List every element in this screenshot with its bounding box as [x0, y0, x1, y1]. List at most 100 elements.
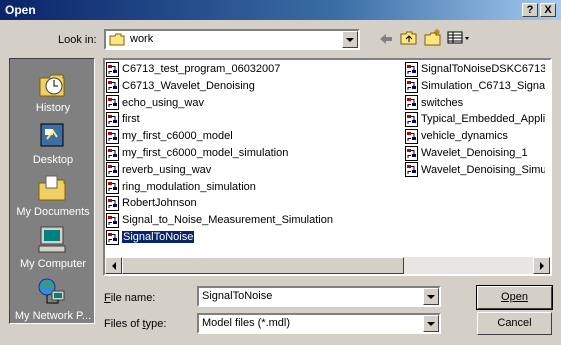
place-label: Desktop [32, 154, 74, 166]
arrow-right-icon [539, 261, 544, 270]
simulink-model-icon [106, 111, 119, 127]
look-in-combo[interactable]: work [104, 29, 360, 50]
place-label: History [35, 102, 71, 114]
simulink-model-icon [106, 195, 119, 211]
file-item-label: SignalToNoise [120, 230, 195, 245]
my-network-icon [38, 278, 65, 304]
place-history[interactable]: History [10, 65, 96, 117]
look-in-value: work [130, 33, 154, 45]
simulink-model-icon [405, 162, 418, 178]
file-list[interactable]: C6713_test_program_06032007 C6713_Wavelet… [103, 58, 552, 276]
file-item-label: Wavelet_Denoising_Simula [421, 163, 545, 176]
file-item[interactable]: first [106, 111, 140, 127]
arrow-left-icon [111, 261, 116, 270]
horizontal-scrollbar[interactable] [105, 257, 550, 274]
file-item[interactable]: ring_modulation_simulation [106, 179, 256, 195]
place-desktop[interactable]: Desktop [10, 117, 96, 169]
file-item[interactable]: SignalToNoiseDSKC6713 [405, 61, 545, 77]
file-item-label: vehicle_dynamics [421, 130, 508, 143]
file-item[interactable]: RobertJohnson [106, 195, 197, 211]
simulink-model-icon [405, 95, 418, 111]
desktop-icon [40, 123, 64, 147]
simulink-model-icon [405, 61, 418, 77]
back-icon[interactable] [378, 32, 394, 46]
file-item-label: Typical_Embedded_Applica [421, 113, 545, 126]
new-folder-icon[interactable] [424, 29, 442, 46]
file-item[interactable]: Signal_to_Noise_Measurement_Simulation [106, 212, 333, 228]
simulink-model-icon [405, 111, 418, 127]
file-item-label: C6713_test_program_06032007 [122, 63, 281, 76]
file-item-label: ring_modulation_simulation [122, 180, 256, 193]
scroll-right-button[interactable] [533, 257, 550, 274]
file-name-label: File name: [104, 292, 156, 304]
file-item[interactable]: switches [405, 95, 545, 111]
chevron-down-icon [346, 37, 354, 42]
file-item[interactable]: C6713_test_program_06032007 [106, 61, 280, 77]
file-type-dropdown-button[interactable] [423, 315, 439, 332]
file-name-combo[interactable]: SignalToNoise [197, 286, 441, 307]
file-item[interactable]: Typical_Embedded_Applica [405, 111, 545, 127]
file-item-label: C6713_Wavelet_Denoising [122, 79, 255, 92]
simulink-model-icon [106, 78, 119, 94]
place-my-network[interactable]: My Network P... [10, 273, 96, 325]
simulink-model-icon [106, 95, 119, 111]
open-button[interactable]: Open [476, 285, 553, 310]
file-item-label: reverb_using_wav [122, 163, 212, 176]
simulink-model-icon [106, 229, 119, 245]
file-item[interactable]: Wavelet_Denoising_1 [405, 145, 545, 161]
file-item-label: first [122, 113, 140, 126]
chevron-down-icon [427, 321, 435, 326]
scroll-left-button[interactable] [105, 257, 122, 274]
file-item[interactable]: echo_using_wav [106, 95, 204, 111]
cancel-button[interactable]: Cancel [477, 312, 552, 335]
simulink-model-icon [405, 145, 418, 161]
simulink-model-icon [106, 128, 119, 144]
file-type-combo[interactable]: Model files (*.mdl) [197, 313, 441, 334]
simulink-model-icon [405, 78, 418, 94]
window-title: Open [5, 3, 36, 17]
file-item[interactable]: reverb_using_wav [106, 162, 211, 178]
simulink-model-icon [106, 61, 119, 77]
place-label: My Documents [16, 206, 90, 218]
file-item-label: Signal_to_Noise_Measurement_Simulation [122, 214, 333, 227]
place-my-computer[interactable]: My Computer [10, 221, 96, 273]
file-item[interactable]: vehicle_dynamics [405, 128, 545, 144]
file-name-dropdown-button[interactable] [423, 288, 439, 305]
my-computer-icon [38, 226, 66, 253]
file-item[interactable]: my_first_c6000_model_simulation [106, 145, 288, 161]
simulink-model-icon [106, 212, 119, 228]
file-name-input[interactable]: SignalToNoise [202, 290, 272, 302]
file-item-label: Simulation_C6713_Signal_t [421, 79, 545, 92]
file-item-label: RobertJohnson [122, 197, 197, 210]
look-in-label: Look in: [58, 34, 97, 46]
file-item[interactable]: my_first_c6000_model [106, 128, 233, 144]
up-folder-icon[interactable] [400, 30, 418, 46]
file-item-label: echo_using_wav [122, 96, 204, 109]
simulink-model-icon [106, 145, 119, 161]
file-item[interactable]: Wavelet_Denoising_Simula [405, 162, 545, 178]
simulink-model-icon [106, 162, 119, 178]
help-button[interactable]: ? [522, 3, 538, 17]
place-label: My Network P... [14, 310, 92, 322]
scroll-thumb[interactable] [122, 257, 404, 274]
my-documents-icon [38, 175, 66, 201]
file-type-value: Model files (*.mdl) [202, 317, 291, 329]
view-menu-icon[interactable] [447, 31, 471, 45]
look-in-dropdown-button[interactable] [342, 31, 358, 48]
cancel-label: Cancel [497, 317, 532, 329]
close-button[interactable]: X [540, 3, 556, 17]
file-item-label: my_first_c6000_model_simulation [122, 147, 289, 160]
open-label: Open [501, 291, 528, 303]
file-item-label: switches [421, 96, 464, 109]
file-item-label: Wavelet_Denoising_1 [421, 147, 528, 160]
file-item-label: my_first_c6000_model [122, 130, 233, 143]
folder-icon [109, 33, 125, 46]
place-my-documents[interactable]: My Documents [10, 169, 96, 221]
places-bar: History Desktop My Documents My Computer [9, 58, 95, 324]
file-item[interactable]: C6713_Wavelet_Denoising [106, 78, 255, 94]
file-type-label: Files of type: [104, 318, 167, 330]
file-item[interactable]: SignalToNoise [106, 229, 195, 245]
simulink-model-icon [405, 128, 418, 144]
history-icon [39, 74, 65, 97]
file-item[interactable]: Simulation_C6713_Signal_t [405, 78, 545, 94]
